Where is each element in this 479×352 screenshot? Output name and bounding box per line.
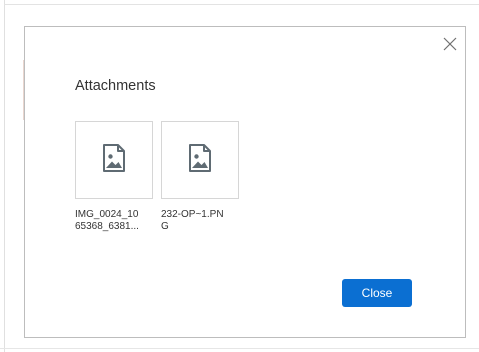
close-button[interactable]: Close xyxy=(342,279,412,307)
filename-line: IMG_0024_10 xyxy=(75,209,139,220)
attachment-thumbnail[interactable] xyxy=(75,121,153,199)
attachment-item[interactable]: IMG_0024_10 65368_6381... xyxy=(75,121,153,233)
filename-line: 232-OP~1.PN xyxy=(161,209,224,220)
image-file-icon xyxy=(99,143,129,178)
attachment-thumbnail[interactable] xyxy=(161,121,239,199)
attachment-filename: IMG_0024_10 65368_6381... xyxy=(75,209,149,233)
backdrop-edge xyxy=(4,4,479,5)
dialog-title: Attachments xyxy=(75,78,156,94)
backdrop-edge xyxy=(4,0,5,352)
filename-line: 65368_6381... xyxy=(75,221,139,232)
attachment-list: IMG_0024_10 65368_6381... 232-OP~1.PN G xyxy=(75,121,239,233)
attachment-filename: 232-OP~1.PN G xyxy=(161,209,235,233)
backdrop-edge xyxy=(0,348,479,349)
attachment-item[interactable]: 232-OP~1.PN G xyxy=(161,121,239,233)
attachments-dialog: Attachments IMG_0024_10 65368_6381... 23… xyxy=(24,26,466,338)
close-icon[interactable] xyxy=(441,35,459,53)
image-file-icon xyxy=(185,143,215,178)
filename-line: G xyxy=(161,221,169,232)
